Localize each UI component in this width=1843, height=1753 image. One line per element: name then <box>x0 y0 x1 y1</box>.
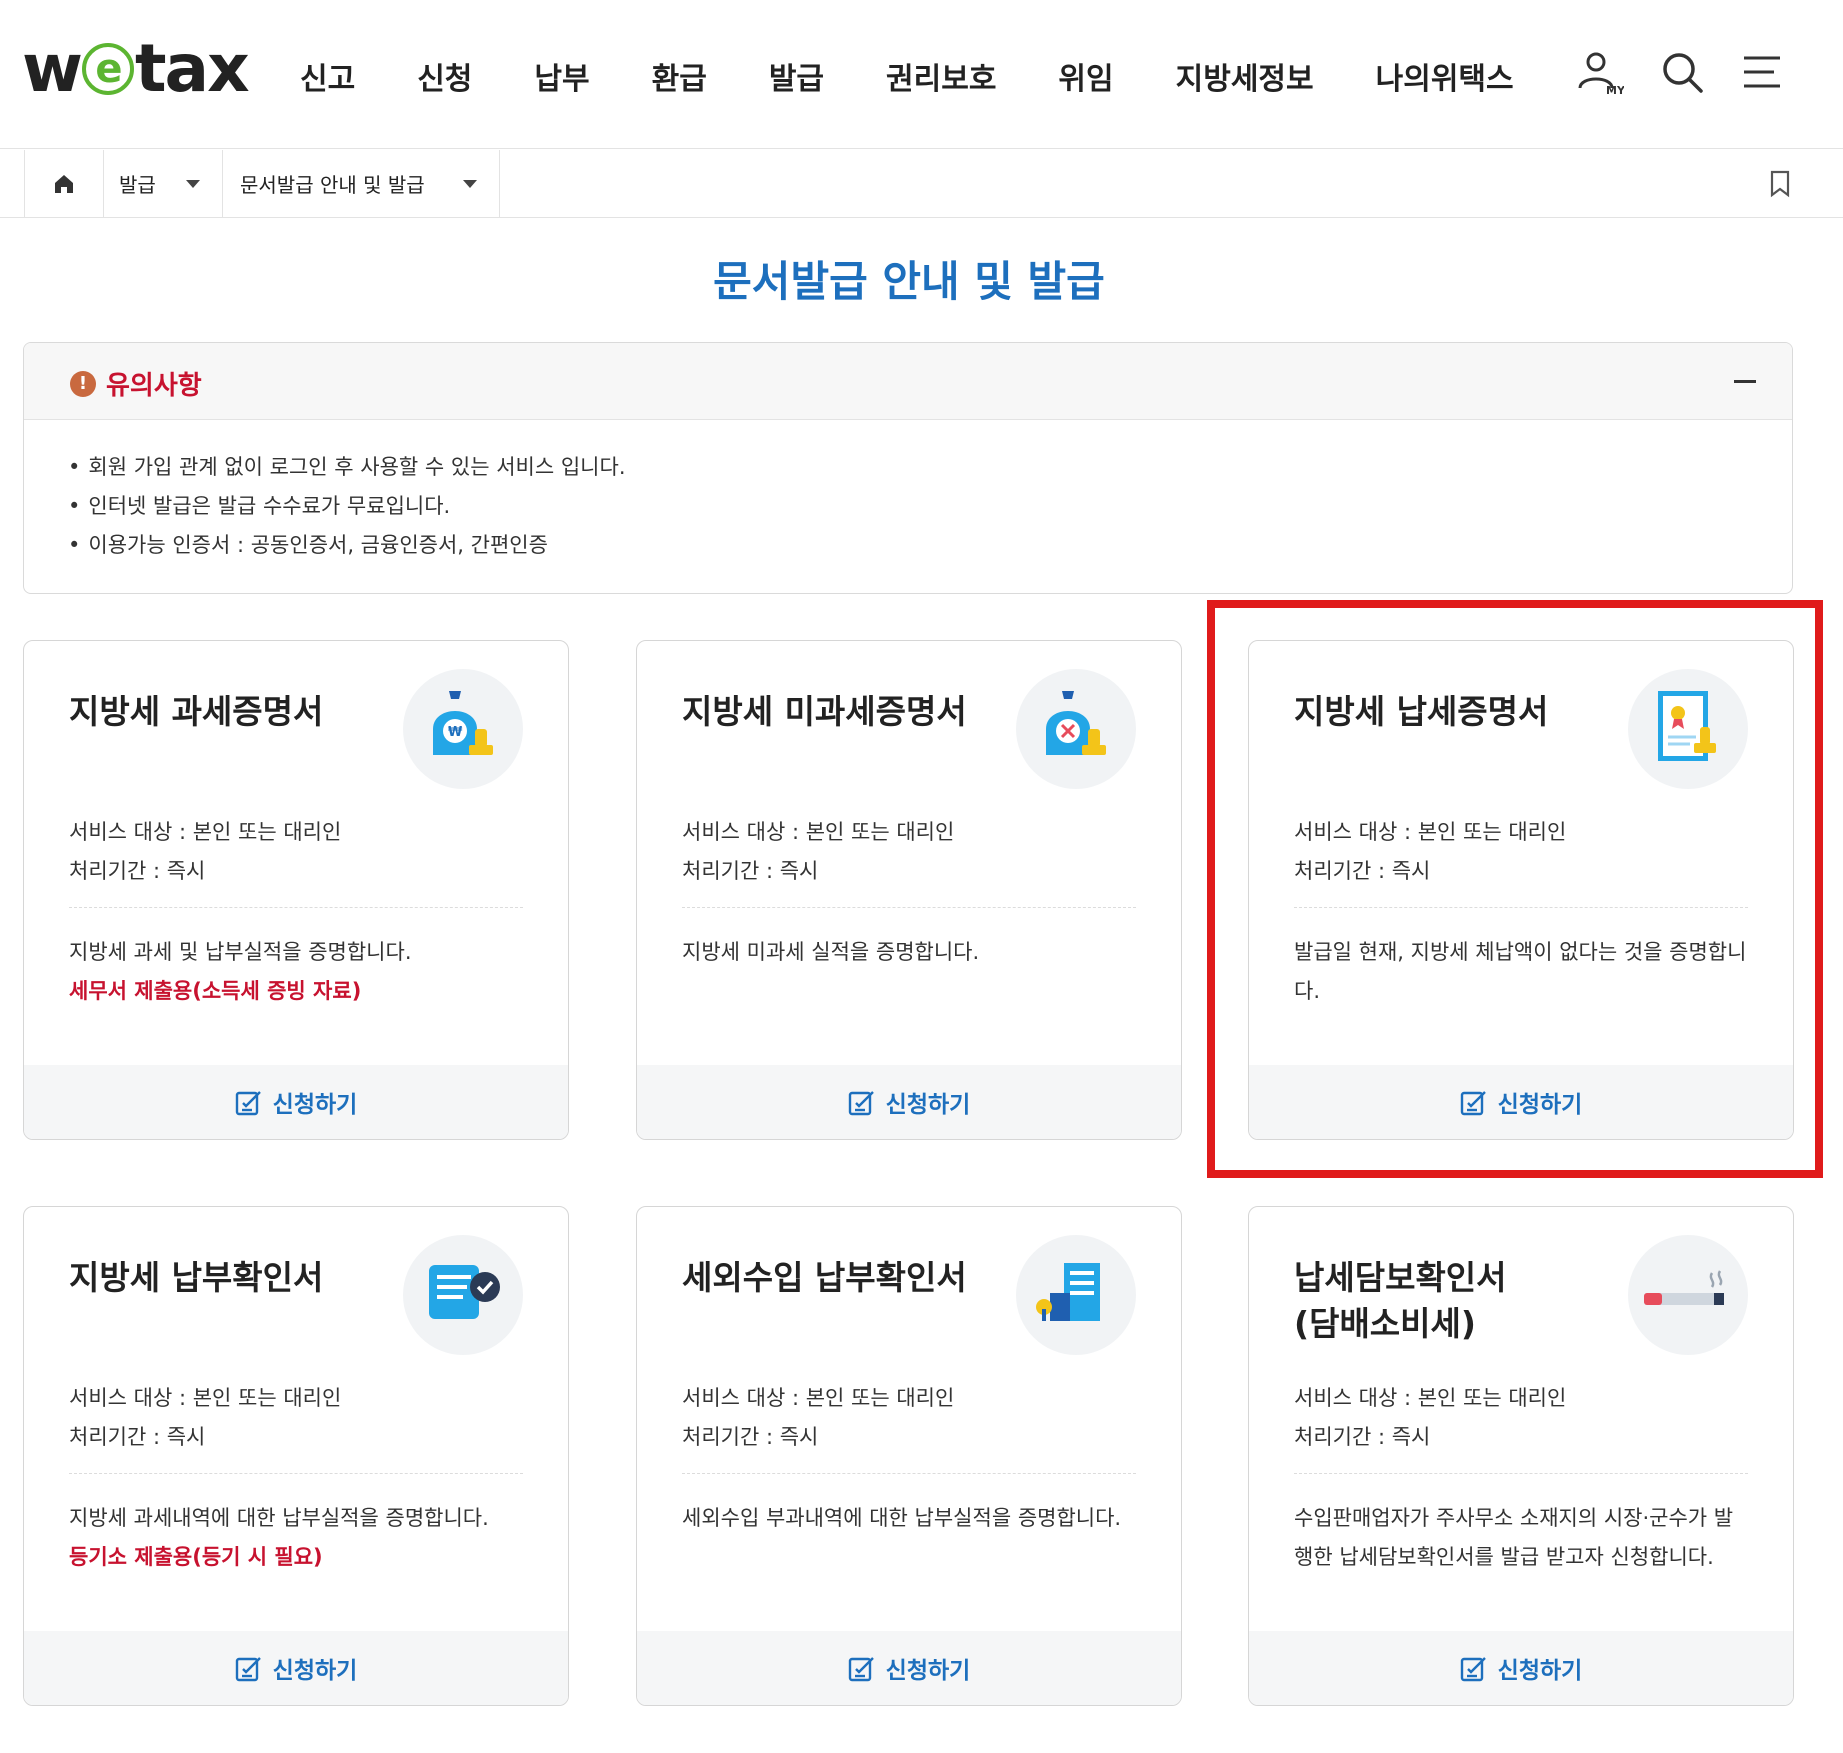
edit-form-icon <box>848 1091 874 1116</box>
nav-item-issue[interactable]: 발급 <box>769 54 824 98</box>
nav-item-payment[interactable]: 납부 <box>534 54 589 98</box>
site-header: w e tax 신고 신청 납부 환급 발급 권리보호 위임 지방세정보 나의위택스… <box>0 0 1843 149</box>
edit-form-icon <box>1460 1091 1486 1116</box>
certificate-icon <box>1628 669 1748 789</box>
card-payment-confirmation: 지방세 납부확인서 서비스 대상 : 본인 또는 대리인 처리기간 : 즉시 지… <box>23 1206 569 1706</box>
my-user-icon[interactable]: MY <box>1576 48 1624 96</box>
chevron-down-icon <box>463 179 477 188</box>
card-note: 세무서 제출용(소득세 증빙 자료) <box>69 979 362 1003</box>
apply-button[interactable]: 신청하기 <box>24 1631 568 1705</box>
cigarette-icon <box>1628 1235 1748 1355</box>
apply-button[interactable]: 신청하기 <box>637 1631 1181 1705</box>
apply-button[interactable]: 신청하기 <box>1249 1065 1793 1139</box>
nav-item-my-wetax[interactable]: 나의위택스 <box>1376 54 1514 98</box>
nav-item-apply[interactable]: 신청 <box>417 54 472 98</box>
tax-bag-icon: ₩ <box>403 669 523 789</box>
edit-form-icon <box>848 1657 874 1682</box>
notice-list: 회원 가입 관계 없이 로그인 후 사용할 수 있는 서비스 입니다. 인터넷 … <box>68 451 626 568</box>
edit-form-icon <box>235 1657 261 1682</box>
notice-title: 유의사항 <box>106 371 202 401</box>
card-divider <box>682 1473 1136 1474</box>
card-title: 지방세 미과세증명서 <box>682 692 967 731</box>
card-processing-period: 처리기간 : 즉시 <box>1294 859 1431 883</box>
breadcrumb-level1-label: 발급 <box>119 173 156 197</box>
edit-form-icon <box>235 1091 261 1116</box>
card-service-target: 서비스 대상 : 본인 또는 대리인 <box>69 820 342 844</box>
no-tax-bag-icon <box>1016 669 1136 789</box>
card-description: 지방세 과세 및 납부실적을 증명합니다. <box>69 940 412 964</box>
main-nav: 신고 신청 납부 환급 발급 권리보호 위임 지방세정보 나의위택스 <box>300 54 1576 98</box>
card-divider <box>69 907 523 908</box>
scroll-check-icon <box>403 1235 523 1355</box>
nav-item-rights[interactable]: 권리보호 <box>886 54 996 98</box>
search-icon[interactable] <box>1658 48 1706 96</box>
card-divider <box>69 1473 523 1474</box>
card-note: 등기소 제출용(등기 시 필요) <box>69 1545 323 1569</box>
card-title: 지방세 납세증명서 <box>1294 692 1549 731</box>
apply-button[interactable]: 신청하기 <box>1249 1631 1793 1705</box>
edit-form-icon <box>1460 1657 1486 1682</box>
card-tax-collateral-confirmation: 납세담보확인서 (담배소비세) 서비스 대상 : 본인 또는 대리인 처리기간 … <box>1248 1206 1794 1706</box>
card-processing-period: 처리기간 : 즉시 <box>682 1425 819 1449</box>
card-processing-period: 처리기간 : 즉시 <box>1294 1425 1431 1449</box>
page-title: 문서발급 안내 및 발급 <box>713 257 1105 306</box>
apply-button[interactable]: 신청하기 <box>24 1065 568 1139</box>
nav-item-delegation[interactable]: 위임 <box>1058 54 1113 98</box>
apply-button-label: 신청하기 <box>272 1658 358 1684</box>
card-description: 세외수입 부과내역에 대한 납부실적을 증명합니다. <box>682 1506 1122 1530</box>
apply-button-label: 신청하기 <box>885 1658 971 1684</box>
card-description: 수입판매업자가 주사무소 소재지의 시장·군수가 발행한 납세담보확인서를 발급… <box>1294 1506 1734 1569</box>
apply-button-label: 신청하기 <box>1497 1092 1583 1118</box>
card-description: 지방세 과세내역에 대한 납부실적을 증명합니다. <box>69 1506 489 1530</box>
card-non-tax-revenue-confirmation: 세외수입 납부확인서 서비스 대상 : 본인 또는 대리인 처리기간 : 즉시 … <box>636 1206 1182 1706</box>
notice-header[interactable]: ! 유의사항 <box>24 343 1792 420</box>
bookmark-icon[interactable] <box>1769 170 1791 198</box>
menu-icon[interactable] <box>1740 48 1788 96</box>
card-tax-certificate: 지방세 과세증명서 ₩ 서비스 대상 : 본인 또는 대리인 처리기간 : 즉시… <box>23 640 569 1140</box>
card-processing-period: 처리기간 : 즉시 <box>682 859 819 883</box>
card-service-target: 서비스 대상 : 본인 또는 대리인 <box>682 1386 955 1410</box>
home-icon <box>55 174 73 193</box>
nav-item-refund[interactable]: 환급 <box>652 54 707 98</box>
card-title: 납세담보확인서 (담배소비세) <box>1294 1258 1507 1343</box>
svg-text:MY: MY <box>1606 84 1624 96</box>
wetax-logo[interactable]: w e tax <box>22 30 250 107</box>
apply-button-label: 신청하기 <box>1497 1658 1583 1684</box>
nav-item-report[interactable]: 신고 <box>300 54 355 98</box>
breadcrumb-level2[interactable]: 문서발급 안내 및 발급 <box>224 150 500 217</box>
card-service-target: 서비스 대상 : 본인 또는 대리인 <box>1294 820 1567 844</box>
apply-button[interactable]: 신청하기 <box>637 1065 1181 1139</box>
collapse-icon[interactable] <box>1734 380 1756 383</box>
notice-panel: ! 유의사항 회원 가입 관계 없이 로그인 후 사용할 수 있는 서비스 입니… <box>23 342 1793 594</box>
card-description: 발급일 현재, 지방세 체납액이 없다는 것을 증명합니다. <box>1294 940 1747 1003</box>
card-service-target: 서비스 대상 : 본인 또는 대리인 <box>1294 1386 1567 1410</box>
alert-icon: ! <box>70 370 96 397</box>
card-title: 지방세 과세증명서 <box>69 692 324 731</box>
card-description: 지방세 미과세 실적을 증명합니다. <box>682 940 980 964</box>
breadcrumb: 발급 문서발급 안내 및 발급 <box>0 150 1843 218</box>
nav-item-local-tax-info[interactable]: 지방세정보 <box>1176 54 1314 98</box>
card-processing-period: 처리기간 : 즉시 <box>69 1425 206 1449</box>
notice-item: 인터넷 발급은 발급 수수료가 무료입니다. <box>68 490 626 529</box>
card-divider <box>682 907 1136 908</box>
card-title: 세외수입 납부확인서 <box>682 1258 967 1297</box>
card-divider <box>1294 907 1748 908</box>
card-tax-payment-certificate: 지방세 납세증명서 서비스 대상 : 본인 또는 대리인 처리기간 : 즉시 발… <box>1248 640 1794 1140</box>
apply-button-label: 신청하기 <box>885 1092 971 1118</box>
notice-item: 회원 가입 관계 없이 로그인 후 사용할 수 있는 서비스 입니다. <box>68 451 625 490</box>
building-icon <box>1016 1235 1136 1355</box>
svg-text:₩: ₩ <box>448 725 463 740</box>
breadcrumb-level1[interactable]: 발급 <box>103 150 223 217</box>
card-title: 지방세 납부확인서 <box>69 1258 324 1297</box>
notice-item: 이용가능 인증서 : 공동인증서, 금융인증서, 간편인증 <box>68 529 626 568</box>
breadcrumb-level2-label: 문서발급 안내 및 발급 <box>240 173 425 197</box>
card-service-target: 서비스 대상 : 본인 또는 대리인 <box>682 820 955 844</box>
card-service-target: 서비스 대상 : 본인 또는 대리인 <box>69 1386 342 1410</box>
card-divider <box>1294 1473 1748 1474</box>
card-processing-period: 처리기간 : 즉시 <box>69 859 206 883</box>
card-non-tax-certificate: 지방세 미과세증명서 서비스 대상 : 본인 또는 대리인 처리기간 : 즉시 … <box>636 640 1182 1140</box>
apply-button-label: 신청하기 <box>272 1092 358 1118</box>
breadcrumb-home[interactable] <box>24 150 104 217</box>
chevron-down-icon <box>186 179 200 188</box>
